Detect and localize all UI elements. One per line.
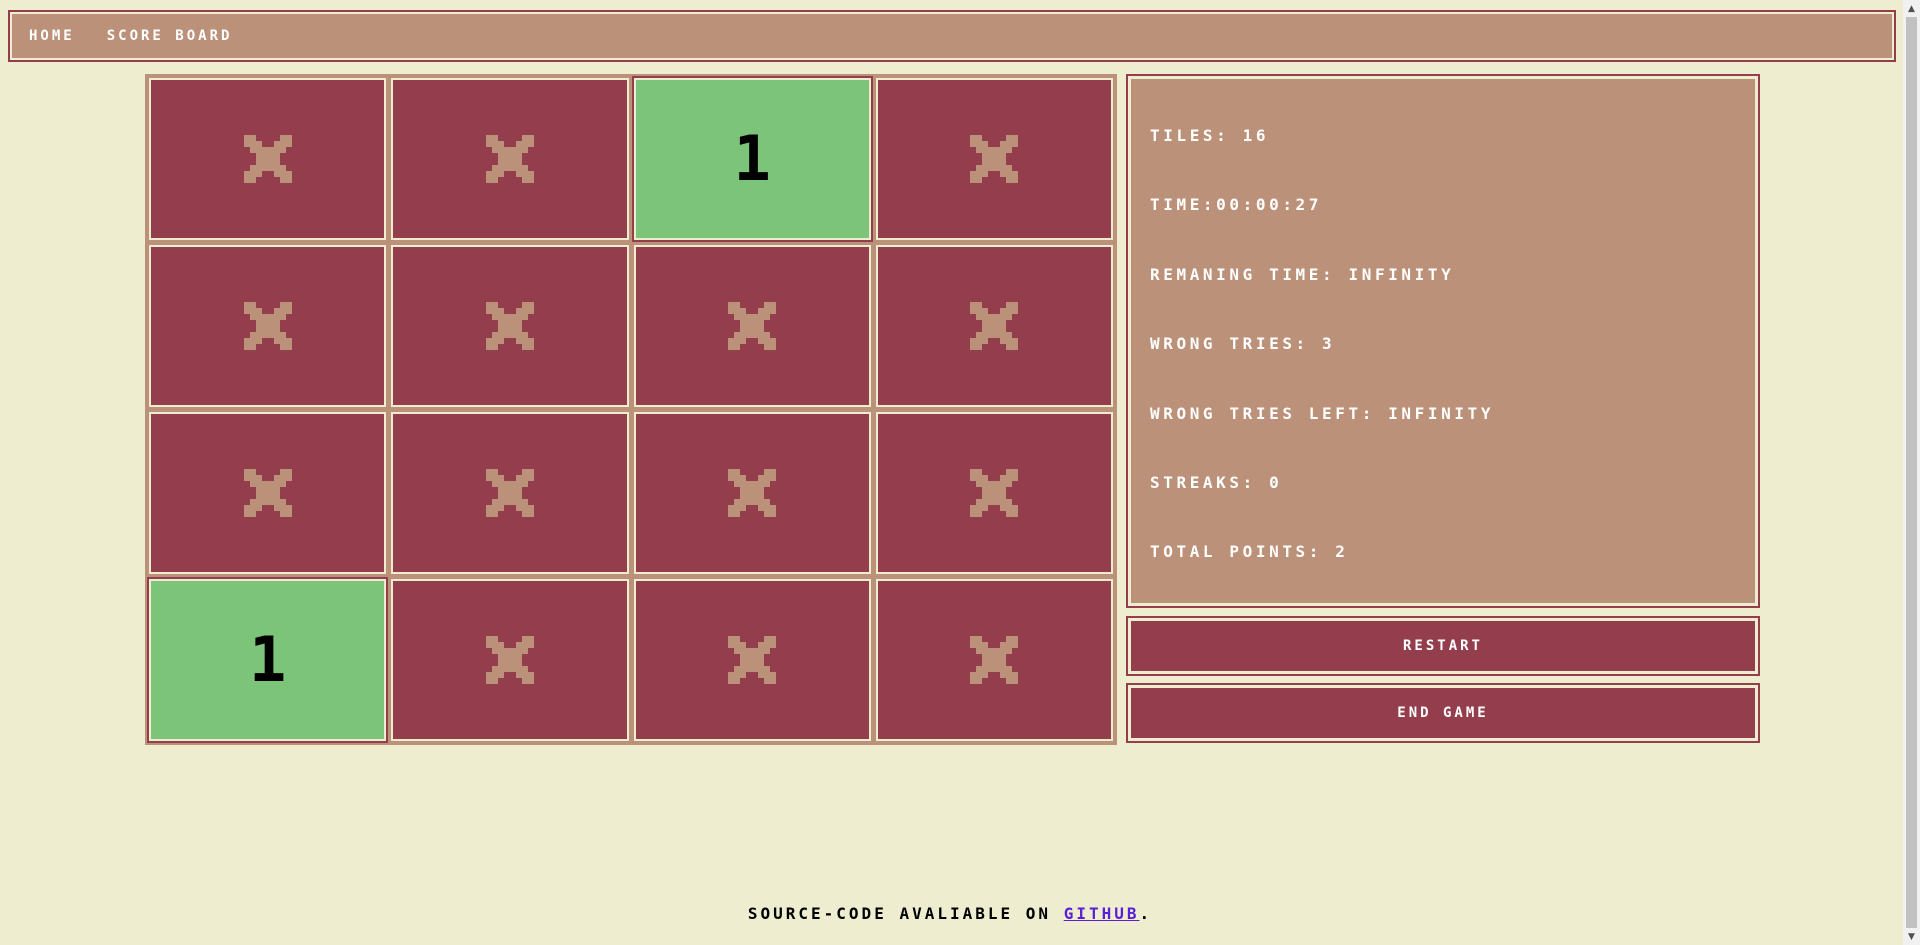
tile-13[interactable]: 1 [146, 577, 389, 743]
stats-panel: TILES: 16 TIME:00:00:27 REMANING TIME: I… [1126, 74, 1760, 608]
x-icon [970, 469, 1019, 517]
stat-wrong-tries: WRONG TRIES: 3 [1150, 334, 1336, 354]
stat-time: TIME:00:00:27 [1150, 195, 1323, 215]
scrollbar[interactable]: ▲ ▼ [1903, 0, 1920, 945]
end-game-button[interactable]: END GAME [1126, 683, 1760, 743]
tile-12[interactable] [875, 412, 1113, 574]
tile-7[interactable] [633, 245, 871, 407]
tile-3[interactable]: 1 [631, 76, 873, 242]
tile-value: 1 [248, 623, 287, 696]
stat-tiles: TILES: 16 [1150, 126, 1270, 145]
x-icon [243, 302, 292, 350]
tile-16[interactable] [875, 579, 1113, 741]
nav-home-link[interactable]: HOME [29, 28, 75, 44]
tile-10[interactable] [391, 412, 629, 574]
stat-wrong-tries-left: WRONG TRIES LEFT: INFINITY [1150, 403, 1495, 423]
tile-4[interactable] [875, 78, 1113, 240]
x-icon [728, 469, 777, 517]
tile-15[interactable] [633, 579, 871, 741]
tile-1[interactable] [149, 78, 387, 240]
x-icon [243, 135, 292, 183]
scroll-thumb[interactable] [1906, 17, 1917, 928]
scroll-up-icon[interactable]: ▲ [1903, 0, 1920, 17]
footer: SOURCE-CODE AVALIABLE ON GITHUB. [0, 904, 1900, 923]
stat-remaining-time: REMANING TIME: INFINITY [1150, 264, 1455, 284]
x-icon [970, 302, 1019, 350]
restart-button[interactable]: RESTART [1126, 616, 1760, 676]
game-board: 11 [145, 74, 1117, 745]
tile-11[interactable] [633, 412, 871, 574]
tile-8[interactable] [875, 245, 1113, 407]
navbar: HOME SCORE BOARD [8, 10, 1896, 62]
tile-6[interactable] [391, 245, 629, 407]
scroll-down-icon[interactable]: ▼ [1903, 928, 1920, 945]
x-icon [485, 135, 534, 183]
tile-5[interactable] [149, 245, 387, 407]
x-icon [485, 636, 534, 684]
stat-streaks: STREAKS: 0 [1150, 472, 1283, 492]
footer-text: SOURCE-CODE AVALIABLE ON [747, 904, 1064, 923]
tile-value: 1 [733, 122, 771, 195]
x-icon [970, 135, 1019, 183]
tile-2[interactable] [391, 78, 629, 240]
nav-scoreboard-link[interactable]: SCORE BOARD [107, 28, 233, 44]
x-icon [728, 636, 777, 684]
x-icon [728, 302, 777, 350]
x-icon [485, 469, 534, 517]
github-link[interactable]: GITHUB [1064, 904, 1140, 923]
stat-total-points: TOTAL POINTS: 2 [1150, 542, 1349, 562]
footer-suffix: . [1139, 904, 1153, 923]
x-icon [970, 636, 1019, 684]
x-icon [243, 469, 292, 517]
x-icon [485, 302, 534, 350]
tile-9[interactable] [149, 412, 387, 574]
tile-14[interactable] [391, 579, 629, 741]
